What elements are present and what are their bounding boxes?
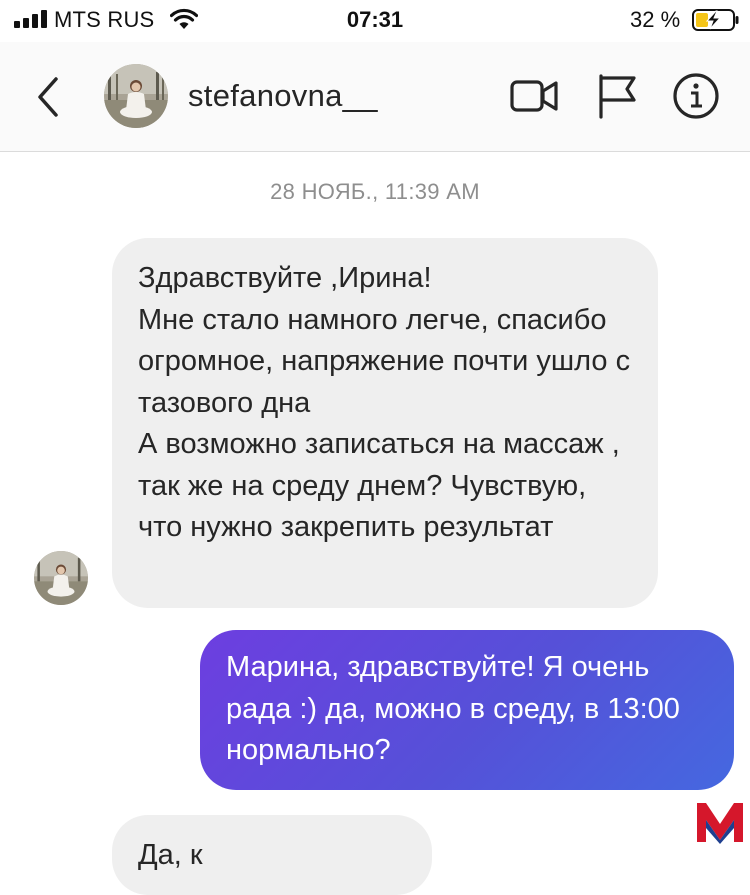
- message-text: Марина, здравствуйте! Я очень рада :) да…: [226, 651, 680, 766]
- video-call-icon[interactable]: [508, 72, 560, 120]
- info-icon[interactable]: [670, 72, 722, 120]
- incoming-message-bubble[interactable]: Здравствуйте ,Ирина! Мне стало намного л…: [112, 238, 658, 608]
- avatar[interactable]: [104, 64, 168, 128]
- chat-header: stefanovna__: [0, 42, 750, 152]
- status-bar: MTS RUS 07:31 32 %: [0, 0, 750, 42]
- message-timestamp: 28 НОЯБ., 11:39 AM: [270, 179, 480, 204]
- flag-icon[interactable]: [592, 72, 644, 120]
- message-paragraph: Здравствуйте ,Ирина!: [138, 262, 432, 294]
- outgoing-message-bubble[interactable]: Марина, здравствуйте! Я очень рада :) да…: [200, 630, 734, 790]
- message-paragraph: Мне стало намного легче, спасибо огромно…: [138, 303, 631, 419]
- chat-username[interactable]: stefanovna__: [188, 78, 378, 114]
- incoming-message-bubble[interactable]: Да, к: [112, 815, 432, 895]
- back-chevron-icon[interactable]: [32, 74, 68, 120]
- sender-avatar[interactable]: [34, 551, 88, 605]
- message-text: Да, к: [138, 839, 203, 871]
- battery-percent: 32 %: [630, 7, 681, 32]
- message-paragraph: А возможно записаться на массаж , так же…: [138, 428, 620, 543]
- watermark-logo: [697, 803, 743, 844]
- battery-charging-icon: [692, 9, 739, 31]
